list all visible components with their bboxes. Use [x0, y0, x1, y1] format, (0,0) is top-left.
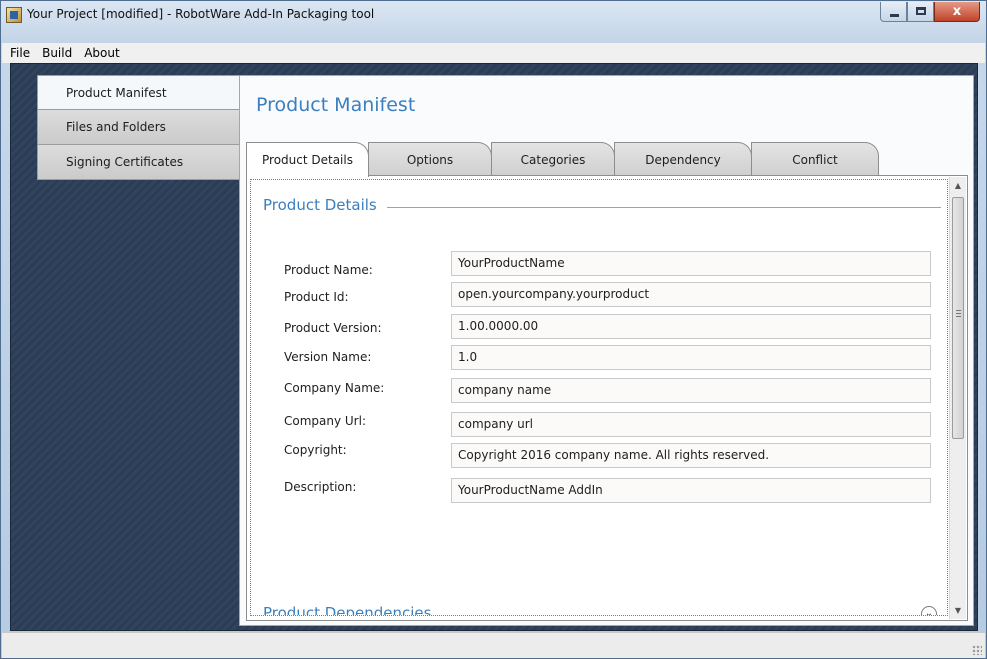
scrollbar-thumb[interactable] — [952, 197, 964, 439]
scroll-up-arrow-icon[interactable]: ▲ — [950, 177, 966, 194]
scroll-down-arrow-icon[interactable]: ▼ — [950, 602, 966, 619]
tab-label: Conflict — [792, 152, 838, 167]
product-name-field[interactable]: YourProductName — [451, 251, 931, 276]
scroll-viewport: Product Details Product Name: YourProduc… — [250, 179, 948, 616]
product-version-label: Product Version: — [284, 321, 382, 335]
tab-label: Product Details — [262, 153, 353, 167]
app-window: Your Project [modified] - RobotWare Add-… — [0, 0, 987, 659]
product-id-field[interactable]: open.yourcompany.yourproduct — [451, 282, 931, 307]
copyright-label: Copyright: — [284, 443, 347, 457]
description-field[interactable]: YourProductName AddIn — [451, 478, 931, 503]
vertical-scrollbar[interactable]: ▲ ▼ — [949, 177, 966, 619]
menu-bar: File Build About — [2, 43, 985, 63]
expand-chevron-icon[interactable]: ⌄ — [921, 606, 937, 615]
tab-label: Options — [406, 152, 454, 167]
product-name-label: Product Name: — [284, 263, 373, 277]
version-name-label: Version Name: — [284, 350, 372, 364]
version-name-field[interactable]: 1.0 — [451, 345, 931, 370]
product-version-field[interactable]: 1.00.0000.00 — [451, 314, 931, 339]
tab-strip: Product Details Options Categories Depen… — [246, 142, 879, 177]
menu-file[interactable]: File — [4, 46, 36, 60]
tab-content: Product Details Product Name: YourProduc… — [246, 175, 968, 621]
company-url-field[interactable]: company url — [451, 412, 931, 437]
section-title-product-details: Product Details — [263, 196, 387, 214]
window-title: Your Project [modified] - RobotWare Add-… — [27, 7, 375, 21]
sidebar-item-label: Signing Certificates — [66, 155, 184, 169]
tab-label: Dependency — [645, 152, 721, 167]
maximize-icon — [916, 7, 926, 15]
status-bar — [2, 632, 985, 658]
sidebar-item-product-manifest[interactable]: Product Manifest — [37, 75, 243, 110]
window-controls: x — [880, 2, 980, 22]
tab-conflict[interactable]: Conflict — [751, 142, 879, 176]
title-bar[interactable]: Your Project [modified] - RobotWare Add-… — [1, 1, 986, 43]
minimize-button[interactable] — [880, 2, 907, 22]
resize-grip-icon[interactable] — [972, 645, 982, 655]
company-name-label: Company Name: — [284, 381, 385, 395]
tab-label: Categories — [520, 152, 586, 167]
product-id-label: Product Id: — [284, 290, 349, 304]
sidebar-item-files-and-folders[interactable]: Files and Folders — [37, 110, 241, 145]
tab-product-details[interactable]: Product Details — [246, 142, 369, 177]
scroll-grip-icon — [956, 310, 961, 317]
menu-build[interactable]: Build — [36, 46, 78, 60]
sidebar-nav: Product Manifest Files and Folders Signi… — [37, 75, 243, 180]
sidebar-item-label: Product Manifest — [66, 85, 167, 100]
main-panel: Product Manifest Product Details Options… — [239, 75, 974, 626]
tab-categories[interactable]: Categories — [491, 142, 615, 176]
section-title-product-dependencies: Product Dependencies — [263, 604, 432, 616]
client-area: Product Manifest Files and Folders Signi… — [10, 63, 978, 631]
close-button[interactable]: x — [934, 2, 980, 22]
app-icon — [6, 7, 22, 23]
maximize-button[interactable] — [907, 2, 934, 22]
tab-options[interactable]: Options — [368, 142, 492, 176]
menu-about[interactable]: About — [78, 46, 125, 60]
company-url-label: Company Url: — [284, 414, 366, 428]
page-title: Product Manifest — [256, 94, 416, 116]
company-name-field[interactable]: company name — [451, 378, 931, 403]
sidebar-item-signing-certificates[interactable]: Signing Certificates — [37, 145, 241, 180]
close-icon: x — [952, 4, 962, 19]
minimize-icon — [890, 14, 899, 17]
description-label: Description: — [284, 480, 357, 494]
sidebar-item-label: Files and Folders — [66, 120, 166, 134]
copyright-field[interactable]: Copyright 2016 company name. All rights … — [451, 443, 931, 468]
tab-dependency[interactable]: Dependency — [614, 142, 752, 176]
